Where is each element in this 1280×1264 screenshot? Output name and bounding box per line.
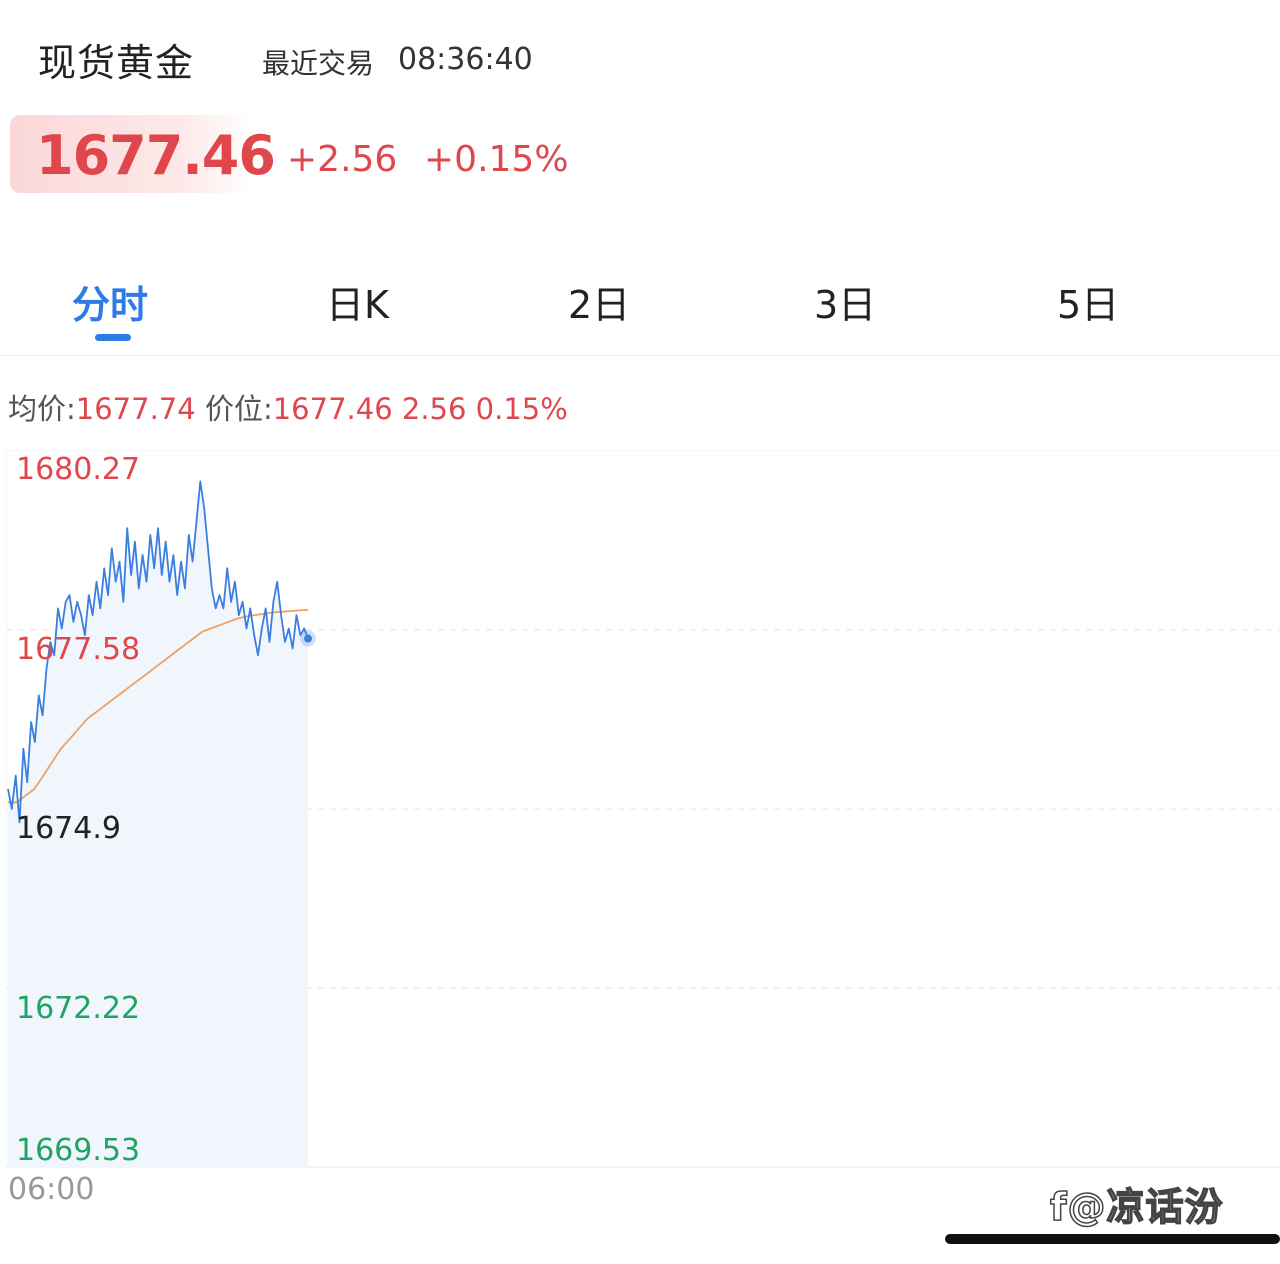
avg-price-label: 均价: bbox=[8, 392, 76, 426]
y-tick-label: 1672.22 bbox=[16, 991, 141, 1026]
tab-3-day[interactable]: 3日 bbox=[814, 274, 876, 329]
period-tabs: 分时 日K 2日 3日 5日 bbox=[0, 262, 1280, 356]
intraday-chart[interactable]: 1680.27 1677.58 1674.9 1672.22 1669.53 bbox=[6, 450, 1280, 1168]
y-tick-label: 1677.58 bbox=[16, 632, 141, 667]
tab-5-day[interactable]: 5日 bbox=[1057, 274, 1119, 329]
intraday-chart-svg bbox=[6, 450, 1280, 1168]
price-label: 价位: bbox=[204, 392, 273, 426]
price-change-percent: +0.15% bbox=[424, 139, 569, 180]
watermark: f@凉话汾 bbox=[1049, 1184, 1224, 1230]
price-change: +2.56 bbox=[287, 139, 398, 180]
current-point-marker bbox=[304, 634, 312, 643]
y-tick-label: 1669.53 bbox=[16, 1133, 141, 1168]
tabs-divider bbox=[0, 355, 1280, 356]
last-trade-time: 08:36:40 bbox=[398, 42, 533, 77]
last-trade-label: 最近交易 bbox=[262, 47, 375, 80]
tab-2-day[interactable]: 2日 bbox=[568, 274, 630, 329]
x-start-time-label: 06:00 bbox=[8, 1172, 95, 1207]
avg-price-value: 1677.74 bbox=[75, 392, 196, 426]
y-tick-label: 1674.9 bbox=[16, 811, 121, 846]
tab-daily-k[interactable]: 日K bbox=[326, 274, 389, 329]
current-price: 1677.46 bbox=[36, 124, 276, 187]
summary-change: 2.56 bbox=[401, 392, 467, 426]
price-value: 1677.46 bbox=[272, 392, 393, 426]
home-indicator[interactable] bbox=[945, 1234, 1280, 1244]
y-tick-label: 1680.27 bbox=[16, 452, 141, 487]
summary-change-percent: 0.15% bbox=[475, 392, 568, 426]
active-tab-indicator bbox=[95, 334, 131, 341]
instrument-title: 现货黄金 bbox=[38, 41, 195, 85]
tab-intraday[interactable]: 分时 bbox=[72, 274, 148, 329]
chart-summary: 均价:1677.74 价位:1677.46 2.56 0.15% bbox=[8, 386, 568, 428]
